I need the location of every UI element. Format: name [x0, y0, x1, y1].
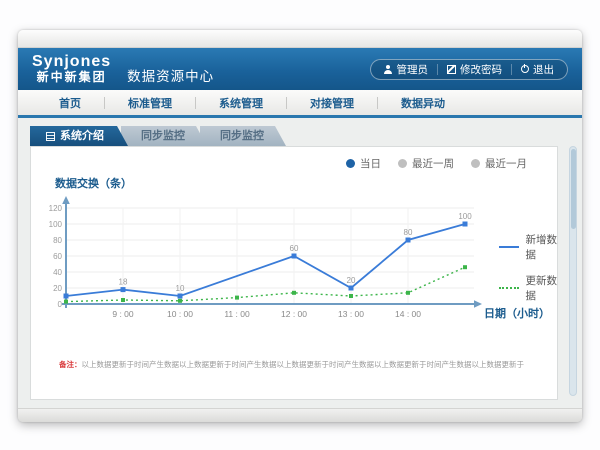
- x-tick-label: 12 : 00: [281, 309, 307, 319]
- data-point-marker: [292, 291, 296, 295]
- green-dotted-swatch: [499, 287, 519, 289]
- footnote-text: 以上数据更新于时间产生数据以上数据更新于时间产生数据以上数据更新于时间产生数据以…: [82, 360, 525, 369]
- blue-line-swatch: [499, 246, 519, 248]
- power-icon: [521, 65, 529, 73]
- footnote-label: 备注：: [59, 360, 82, 369]
- change-password-label: 修改密码: [460, 62, 502, 77]
- data-point-marker: [64, 294, 69, 299]
- data-point-marker: [64, 300, 68, 304]
- data-point-marker: [349, 286, 354, 291]
- legend-item-new-data: 新增数据: [499, 232, 557, 262]
- document-icon: [46, 132, 55, 141]
- x-tick-label: 10 : 00: [167, 309, 193, 319]
- tab-sync-monitor-2[interactable]: 同步监控: [200, 126, 286, 146]
- data-point-marker: [463, 265, 467, 269]
- y-tick-label: 60: [53, 252, 62, 261]
- data-point-marker: [349, 294, 353, 298]
- logo-text-cn: 新中新集团: [32, 71, 111, 84]
- data-point-label: 100: [458, 212, 472, 221]
- tab-system-intro[interactable]: 系统介绍: [30, 126, 128, 146]
- user-menu-admin[interactable]: 管理员: [375, 62, 438, 77]
- data-point-marker: [406, 238, 411, 243]
- data-point-marker: [292, 254, 297, 259]
- legend-item-update-data: 更新数据: [499, 273, 557, 303]
- series-0: 18 10 60 20 80 100: [64, 212, 473, 299]
- data-point-label: 80: [404, 228, 413, 237]
- nav-item-data-change[interactable]: 数据异动: [378, 95, 468, 111]
- y-tick-label: 0: [58, 300, 63, 309]
- data-point-marker: [121, 287, 126, 292]
- logout-label: 退出: [533, 62, 554, 77]
- x-axis-arrow: [474, 300, 482, 308]
- data-point-marker: [406, 291, 410, 295]
- filter-label: 当日: [360, 156, 381, 171]
- y-tick-label: 20: [53, 284, 62, 293]
- filter-last-week[interactable]: 最近一周: [398, 156, 454, 171]
- nav-item-home[interactable]: 首页: [36, 95, 104, 111]
- x-tick-label: 14 : 00: [395, 309, 421, 319]
- app-window: Synjones 新中新集团 数据资源中心 管理员 修改密码 退出 首页 标准管…: [18, 30, 582, 422]
- radio-icon: [471, 159, 480, 168]
- data-point-label: 10: [176, 284, 185, 293]
- chart-legend: 新增数据 更新数据: [499, 232, 557, 314]
- scrollbar-thumb[interactable]: [571, 149, 576, 229]
- tab-label: 同步监控: [220, 126, 264, 146]
- scrollbar-track[interactable]: [569, 146, 577, 396]
- tab-bar: 系统介绍 同步监控 同步监控: [30, 126, 286, 146]
- data-point-marker: [235, 296, 239, 300]
- nav-item-system-mgmt[interactable]: 系统管理: [196, 95, 286, 111]
- radio-selected-icon: [346, 159, 355, 168]
- tab-sync-monitor-1[interactable]: 同步监控: [121, 126, 207, 146]
- y-tick-label: 100: [49, 220, 63, 229]
- y-axis-title: 数据交换（条）: [55, 175, 132, 191]
- legend-label: 新增数据: [526, 232, 558, 262]
- user-menu: 管理员 修改密码 退出: [370, 59, 569, 80]
- filter-today[interactable]: 当日: [346, 156, 381, 171]
- app-header: Synjones 新中新集团 数据资源中心 管理员 修改密码 退出: [18, 48, 582, 90]
- main-nav: 首页 标准管理 系统管理 对接管理 数据异动: [18, 90, 582, 115]
- x-tick-label: 9 : 00: [112, 309, 134, 319]
- admin-label: 管理员: [397, 62, 429, 77]
- line-chart: 0 20 40 60 80 100 120 9 : 00 10 : 00 11 : 00 12 : …: [49, 193, 489, 328]
- radio-icon: [398, 159, 407, 168]
- nav-item-interface-mgmt[interactable]: 对接管理: [287, 95, 377, 111]
- y-tick-label: 40: [53, 268, 62, 277]
- edit-icon: [447, 65, 456, 74]
- y-tick-label: 80: [53, 236, 62, 245]
- data-point-marker: [178, 299, 182, 303]
- chart-card: 当日 最近一周 最近一月 数据交换（条） 0 20 40 60 80 100 120 9 : …: [30, 146, 558, 400]
- filter-last-month[interactable]: 最近一月: [471, 156, 527, 171]
- page-title: 数据资源中心: [127, 65, 214, 85]
- tab-label: 系统介绍: [60, 126, 104, 146]
- legend-label: 更新数据: [526, 273, 558, 303]
- window-top-strip: [18, 30, 582, 48]
- user-menu-logout[interactable]: 退出: [512, 62, 563, 77]
- content-area: 系统介绍 同步监控 同步监控 当日 最近一周: [18, 118, 582, 408]
- data-point-marker: [121, 298, 125, 302]
- y-tick-label: 120: [49, 204, 63, 213]
- brand-logo: Synjones 新中新集团: [32, 54, 111, 83]
- user-icon: [384, 65, 393, 74]
- data-point-marker: [178, 294, 183, 299]
- x-tick-label: 11 : 00: [224, 309, 250, 319]
- time-range-filters: 当日 最近一周 最近一月: [346, 156, 527, 171]
- data-point-marker: [463, 222, 468, 227]
- filter-label: 最近一周: [412, 156, 454, 171]
- x-tick-label: 13 : 00: [338, 309, 364, 319]
- window-bottom-strip: [18, 408, 582, 422]
- filter-label: 最近一月: [485, 156, 527, 171]
- data-point-label: 60: [290, 244, 299, 253]
- data-point-label: 18: [119, 278, 128, 287]
- footnote: 备注：以上数据更新于时间产生数据以上数据更新于时间产生数据以上数据更新于时间产生…: [59, 359, 551, 370]
- tab-label: 同步监控: [141, 126, 185, 146]
- nav-item-standard-mgmt[interactable]: 标准管理: [105, 95, 195, 111]
- data-point-label: 20: [347, 276, 356, 285]
- user-menu-change-password[interactable]: 修改密码: [438, 62, 511, 77]
- logo-text-en: Synjones: [32, 54, 111, 71]
- y-axis-arrow: [62, 196, 70, 204]
